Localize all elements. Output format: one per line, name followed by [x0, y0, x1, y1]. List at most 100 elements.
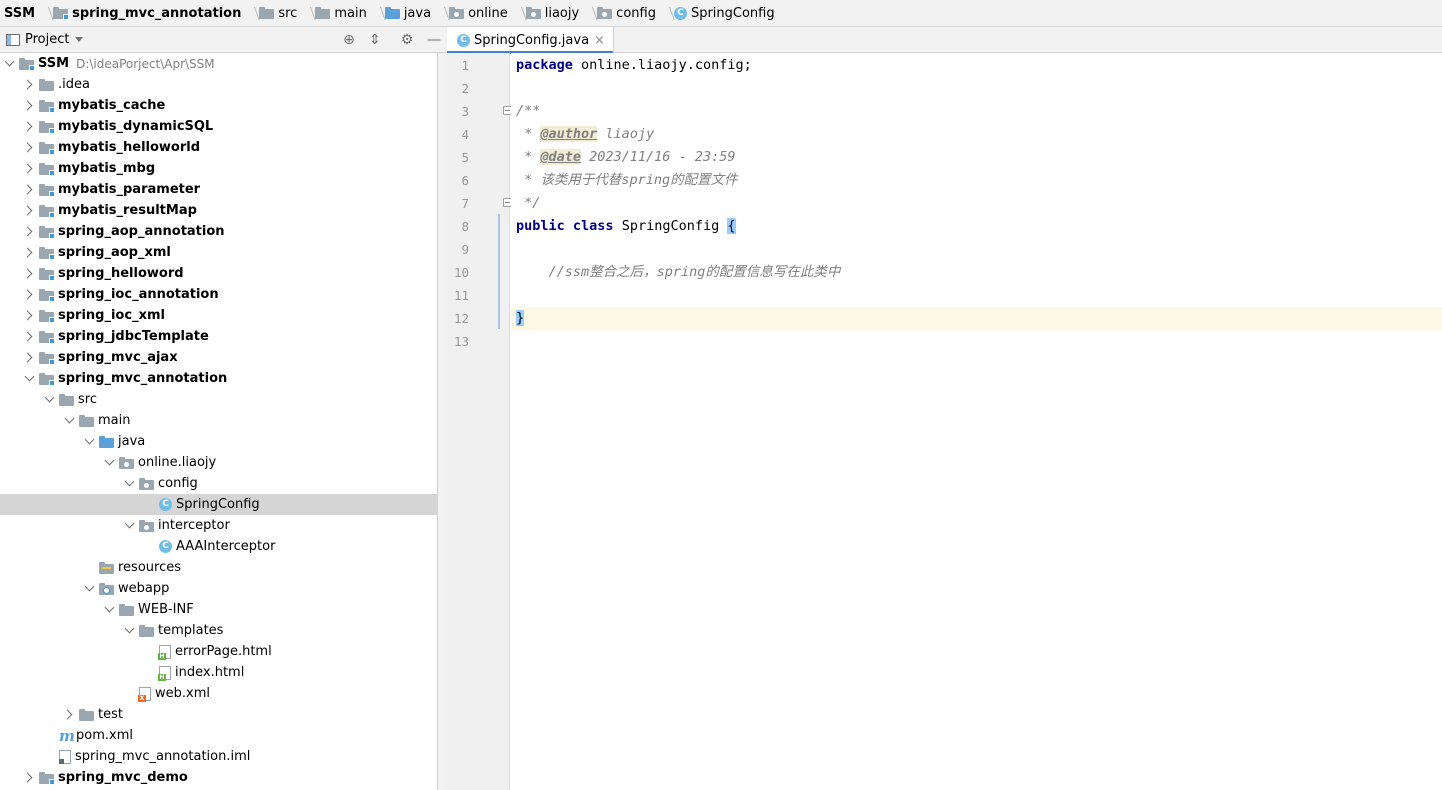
chevron-down-icon[interactable] — [75, 37, 84, 42]
chevron-right-icon[interactable] — [21, 137, 37, 158]
chevron-right-icon[interactable] — [21, 242, 37, 263]
tree-item-label: java — [118, 434, 146, 449]
tree-item[interactable]: spring_ioc_xml — [0, 305, 437, 326]
breadcrumb-item[interactable]: online — [449, 0, 526, 26]
line-number: 4 — [461, 127, 469, 142]
breadcrumb-label: java — [403, 5, 432, 21]
tree-item[interactable]: test — [0, 704, 437, 725]
tree-item[interactable]: interceptor — [0, 515, 437, 536]
tree-item-label: spring_mvc_ajax — [58, 350, 178, 365]
chevron-right-icon[interactable] — [21, 221, 37, 242]
close-icon[interactable]: × — [594, 33, 605, 48]
module-folder-icon — [19, 57, 35, 71]
code-token: @author — [540, 126, 598, 142]
tree-item[interactable]: java — [0, 431, 437, 452]
chevron-down-icon[interactable] — [121, 620, 137, 641]
chevron-down-icon[interactable] — [81, 431, 97, 452]
tree-item-label: config — [158, 476, 198, 491]
chevron-right-icon[interactable] — [21, 767, 37, 788]
chevron-right-icon[interactable] — [21, 95, 37, 116]
code-token: public — [516, 218, 565, 234]
tree-item[interactable]: spring_mvc_demo — [0, 767, 437, 788]
tree-item[interactable]: mybatis_mbg — [0, 158, 437, 179]
tree-item[interactable]: m pom.xml — [0, 725, 437, 746]
tree-item[interactable]: spring_helloword — [0, 263, 437, 284]
tree-item[interactable]: online.liaojy — [0, 452, 437, 473]
tree-item[interactable]: mybatis_helloworld — [0, 137, 437, 158]
collapse-all-icon[interactable]: ⇕ — [367, 32, 383, 48]
tree-item[interactable]: spring_mvc_ajax — [0, 347, 437, 368]
chevron-down-icon[interactable] — [81, 578, 97, 599]
chevron-right-icon[interactable] — [21, 179, 37, 200]
module-folder-icon — [39, 225, 55, 239]
tree-item-label: main — [98, 413, 131, 428]
chevron-right-icon[interactable] — [21, 263, 37, 284]
chevron-down-icon[interactable] — [21, 368, 37, 389]
breadcrumb-item[interactable]: C SpringConfig — [673, 0, 780, 26]
chevron-down-icon[interactable] — [41, 389, 57, 410]
chevron-right-icon[interactable] — [21, 326, 37, 347]
tree-item[interactable]: spring_mvc_annotation — [0, 368, 437, 389]
tree-item[interactable]: spring_mvc_annotation.iml — [0, 746, 437, 767]
tree-item[interactable]: spring_aop_xml — [0, 242, 437, 263]
tree-item[interactable]: main — [0, 410, 437, 431]
tree-item[interactable]: .idea — [0, 74, 437, 95]
breadcrumb-item[interactable]: SSM — [4, 0, 53, 26]
chevron-right-icon[interactable] — [21, 116, 37, 137]
tree-item[interactable]: SSM D:\ideaPorject\Apr\SSM — [0, 53, 437, 74]
tree-item-label: mybatis_parameter — [58, 182, 201, 197]
chevron-right-icon[interactable] — [21, 347, 37, 368]
chevron-right-icon[interactable] — [21, 305, 37, 326]
tree-item[interactable]: spring_jdbcTemplate — [0, 326, 437, 347]
tree-item[interactable]: spring_ioc_annotation — [0, 284, 437, 305]
tree-item[interactable]: mybatis_parameter — [0, 179, 437, 200]
tree-item[interactable]: mybatis_resultMap — [0, 200, 437, 221]
tree-item[interactable]: C AAAInterceptor — [0, 536, 437, 557]
tree-item[interactable]: spring_aop_annotation — [0, 221, 437, 242]
gear-icon[interactable]: ⚙ — [399, 32, 415, 48]
chevron-down-icon[interactable] — [61, 410, 77, 431]
tree-item[interactable]: webapp — [0, 578, 437, 599]
chevron-down-icon[interactable] — [121, 473, 137, 494]
code-line: //ssm整合之后，spring的配置信息写在此类中 — [511, 261, 1442, 284]
tree-item[interactable]: templates — [0, 620, 437, 641]
tree-item[interactable]: src — [0, 389, 437, 410]
tree-item[interactable]: mybatis_cache — [0, 95, 437, 116]
breadcrumb-item[interactable]: src — [259, 0, 315, 26]
breadcrumb-label: config — [616, 5, 656, 21]
chevron-right-icon[interactable] — [21, 74, 37, 95]
tree-item[interactable]: HerrorPage.html — [0, 641, 437, 662]
tree-item[interactable]: resources — [0, 557, 437, 578]
tab-springconfig-java[interactable]: C SpringConfig.java × — [447, 27, 614, 54]
chevron-down-icon[interactable] — [1, 53, 17, 74]
project-view-selector[interactable]: Project — [25, 32, 69, 47]
chevron-right-icon[interactable] — [61, 704, 77, 725]
minimize-icon[interactable]: — — [426, 32, 442, 48]
breadcrumb-item[interactable]: main — [315, 0, 384, 26]
tree-item[interactable]: Hindex.html — [0, 662, 437, 683]
tree-item[interactable]: config — [0, 473, 437, 494]
breadcrumb-item[interactable]: java — [384, 0, 449, 26]
chevron-down-icon[interactable] — [101, 599, 117, 620]
tree-item[interactable]: mybatis_dynamicSQL — [0, 116, 437, 137]
breadcrumb-item[interactable]: spring_mvc_annotation — [53, 0, 259, 26]
code-editor[interactable]: package online.liaojy.config; /** * @auth… — [511, 53, 1442, 790]
module-file-icon — [59, 749, 71, 764]
chevron-down-icon[interactable] — [121, 515, 137, 536]
chevron-right-icon[interactable] — [21, 284, 37, 305]
breadcrumb-item[interactable]: config — [597, 0, 674, 26]
breadcrumb-label: spring_mvc_annotation — [72, 5, 242, 21]
locate-icon[interactable]: ⊕ — [341, 32, 357, 48]
tree-item-label: interceptor — [158, 518, 230, 533]
tree-item-label: online.liaojy — [138, 455, 217, 470]
panel-splitter[interactable] — [437, 53, 447, 790]
breadcrumb-item[interactable]: liaojy — [525, 0, 597, 26]
chevron-right-icon[interactable] — [21, 158, 37, 179]
chevron-down-icon[interactable] — [101, 452, 117, 473]
breadcrumb-label: main — [334, 5, 367, 21]
tree-item[interactable]: WEB-INF — [0, 599, 437, 620]
tree-item[interactable]: Xweb.xml — [0, 683, 437, 704]
line-number: 13 — [453, 334, 469, 349]
chevron-right-icon[interactable] — [21, 200, 37, 221]
tree-item[interactable]: C SpringConfig — [0, 494, 437, 515]
